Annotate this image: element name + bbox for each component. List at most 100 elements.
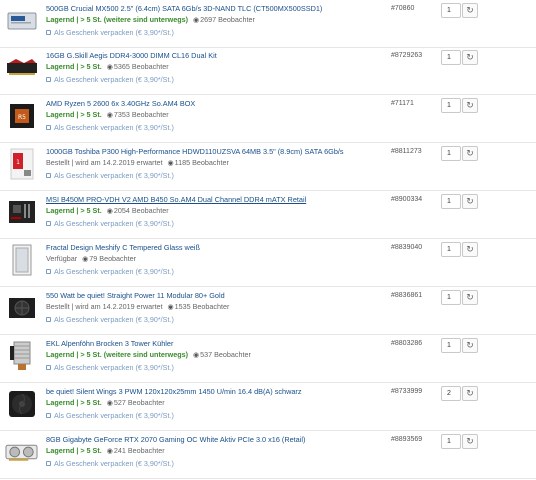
refresh-quantity-button[interactable]: ↻: [462, 146, 478, 161]
quantity-input[interactable]: 1: [441, 194, 461, 209]
product-info: AMD Ryzen 5 2600 6x 3.40GHz So.AM4 BOX L…: [46, 99, 386, 133]
gift-wrap-label: Als Geschenk verpacken (€ 3,90*/St.): [54, 219, 174, 228]
gift-wrap-checkbox[interactable]: Als Geschenk verpacken (€ 3,90*/St.): [46, 267, 386, 277]
checkbox-icon: [46, 77, 51, 82]
refresh-quantity-button[interactable]: ↻: [462, 3, 478, 18]
product-title-link[interactable]: 500GB Crucial MX500 2.5" (6.4cm) SATA 6G…: [46, 4, 386, 14]
quantity-input[interactable]: 1: [441, 98, 461, 113]
product-title-link[interactable]: AMD Ryzen 5 2600 6x 3.40GHz So.AM4 BOX: [46, 99, 386, 109]
article-number: #8839040: [391, 244, 423, 251]
refresh-icon: ↻: [466, 5, 474, 15]
gift-wrap-checkbox[interactable]: Als Geschenk verpacken (€ 3,90*/St.): [46, 171, 386, 181]
eye-icon: ◉: [82, 256, 89, 263]
cart-row: EKL Alpenföhn Brocken 3 Tower Kühler Lag…: [0, 335, 536, 383]
product-thumbnail[interactable]: [5, 339, 38, 372]
watcher-count[interactable]: ◉1535 Beobachter: [168, 302, 230, 311]
cooler-icon: [9, 341, 30, 370]
gift-wrap-checkbox[interactable]: Als Geschenk verpacken (€ 3,90*/St.): [46, 75, 386, 85]
refresh-quantity-button[interactable]: ↻: [462, 434, 478, 449]
product-thumbnail[interactable]: [5, 291, 38, 324]
refresh-quantity-button[interactable]: ↻: [462, 98, 478, 113]
watcher-count[interactable]: ◉79 Beobachter: [82, 254, 136, 263]
checkbox-icon: [46, 317, 51, 322]
gift-wrap-checkbox[interactable]: Als Geschenk verpacken (€ 3,90*/St.): [46, 411, 386, 421]
gift-wrap-label: Als Geschenk verpacken (€ 3,90*/St.): [54, 28, 174, 37]
quantity-input[interactable]: 1: [441, 290, 461, 305]
availability-status: Bestellt | wird am 14.2.2019 erwartet: [46, 158, 163, 167]
product-title-link[interactable]: Fractal Design Meshify C Tempered Glass …: [46, 243, 386, 253]
quantity-input[interactable]: 1: [441, 242, 461, 257]
product-thumbnail[interactable]: [5, 51, 38, 84]
product-title-link[interactable]: 8GB Gigabyte GeForce RTX 2070 Gaming OC …: [46, 435, 386, 445]
gift-wrap-label: Als Geschenk verpacken (€ 3,90*/St.): [54, 363, 174, 372]
quantity-input[interactable]: 1: [441, 434, 461, 449]
ssd-icon: [7, 12, 36, 29]
availability-line: Lagernd | > 5 St. (weitere sind unterweg…: [46, 350, 386, 361]
refresh-quantity-button[interactable]: ↻: [462, 386, 478, 401]
cart-row: 550 Watt be quiet! Straight Power 11 Mod…: [0, 287, 536, 335]
availability-status: Lagernd | > 5 St.: [46, 62, 102, 71]
availability-status: Lagernd | > 5 St.: [46, 110, 102, 119]
psu-icon: [8, 297, 35, 318]
gift-wrap-checkbox[interactable]: Als Geschenk verpacken (€ 3,90*/St.): [46, 459, 386, 469]
quantity-input[interactable]: 1: [441, 3, 461, 18]
refresh-quantity-button[interactable]: ↻: [462, 50, 478, 65]
refresh-quantity-button[interactable]: ↻: [462, 242, 478, 257]
product-thumbnail[interactable]: [5, 387, 38, 420]
article-number: #8733999: [391, 388, 423, 395]
product-title-link[interactable]: be quiet! Silent Wings 3 PWM 120x120x25m…: [46, 387, 386, 397]
product-thumbnail[interactable]: [5, 4, 38, 37]
gift-wrap-checkbox[interactable]: Als Geschenk verpacken (€ 3,90*/St.): [46, 123, 386, 133]
ram-icon: [6, 58, 37, 75]
refresh-icon: ↻: [466, 100, 474, 110]
watcher-count[interactable]: ◉241 Beobachter: [107, 446, 165, 455]
refresh-quantity-button[interactable]: ↻: [462, 338, 478, 353]
checkbox-icon: [46, 30, 51, 35]
availability-line: Lagernd | > 5 St. ◉5365 Beobachter: [46, 62, 386, 73]
article-number: #70860: [391, 5, 415, 12]
watcher-count[interactable]: ◉2054 Beobachter: [107, 206, 169, 215]
watcher-count[interactable]: ◉7353 Beobachter: [107, 110, 169, 119]
product-info: Fractal Design Meshify C Tempered Glass …: [46, 243, 386, 277]
gift-wrap-checkbox[interactable]: Als Geschenk verpacken (€ 3,90*/St.): [46, 219, 386, 229]
availability-status: Lagernd | > 5 St.: [46, 206, 102, 215]
availability-line: Bestellt | wird am 14.2.2019 erwartet ◉1…: [46, 158, 386, 169]
product-info: 1000GB Toshiba P300 High-Performance HDW…: [46, 147, 386, 181]
availability-status: Bestellt | wird am 14.2.2019 erwartet: [46, 302, 163, 311]
cart-row: Fractal Design Meshify C Tempered Glass …: [0, 239, 536, 287]
quantity-input[interactable]: 1: [441, 338, 461, 353]
quantity-input[interactable]: 1: [441, 50, 461, 65]
watcher-count[interactable]: ◉527 Beobachter: [107, 398, 165, 407]
cart-row: R5 AMD Ryzen 5 2600 6x 3.40GHz So.AM4 BO…: [0, 95, 536, 143]
refresh-quantity-button[interactable]: ↻: [462, 194, 478, 209]
refresh-icon: ↻: [466, 196, 474, 206]
gift-wrap-checkbox[interactable]: Als Geschenk verpacken (€ 3,90*/St.): [46, 28, 386, 38]
product-thumbnail[interactable]: [5, 243, 38, 276]
article-number: #8803286: [391, 340, 423, 347]
eye-icon: ◉: [106, 112, 113, 119]
refresh-quantity-button[interactable]: ↻: [462, 290, 478, 305]
availability-line: Lagernd | > 5 St. ◉241 Beobachter: [46, 446, 386, 457]
product-title-link[interactable]: EKL Alpenföhn Brocken 3 Tower Kühler: [46, 339, 386, 349]
checkbox-icon: [46, 461, 51, 466]
product-thumbnail[interactable]: [5, 195, 38, 228]
watcher-count[interactable]: ◉1185 Beobachter: [168, 158, 229, 167]
article-number: #8893569: [391, 436, 423, 443]
quantity-input[interactable]: 2: [441, 386, 461, 401]
quantity-input[interactable]: 1: [441, 146, 461, 161]
product-title-link[interactable]: 16GB G.Skill Aegis DDR4-3000 DIMM CL16 D…: [46, 51, 386, 61]
product-title-link[interactable]: 550 Watt be quiet! Straight Power 11 Mod…: [46, 291, 386, 301]
eye-icon: ◉: [106, 64, 113, 71]
product-title-link[interactable]: MSI B450M PRO-VDH V2 AMD B450 So.AM4 Dua…: [46, 195, 386, 205]
gift-wrap-checkbox[interactable]: Als Geschenk verpacken (€ 3,90*/St.): [46, 363, 386, 373]
watcher-count[interactable]: ◉537 Beobachter: [193, 350, 251, 359]
gift-wrap-label: Als Geschenk verpacken (€ 3,90*/St.): [54, 171, 174, 180]
watcher-count[interactable]: ◉5365 Beobachter: [107, 62, 169, 71]
watcher-count[interactable]: ◉2697 Beobachter: [193, 15, 255, 24]
gift-wrap-label: Als Geschenk verpacken (€ 3,90*/St.): [54, 315, 174, 324]
product-thumbnail[interactable]: [5, 435, 38, 468]
gift-wrap-checkbox[interactable]: Als Geschenk verpacken (€ 3,90*/St.): [46, 315, 386, 325]
product-thumbnail[interactable]: R5: [5, 99, 38, 132]
product-title-link[interactable]: 1000GB Toshiba P300 High-Performance HDW…: [46, 147, 386, 157]
product-thumbnail[interactable]: 1: [5, 147, 38, 180]
